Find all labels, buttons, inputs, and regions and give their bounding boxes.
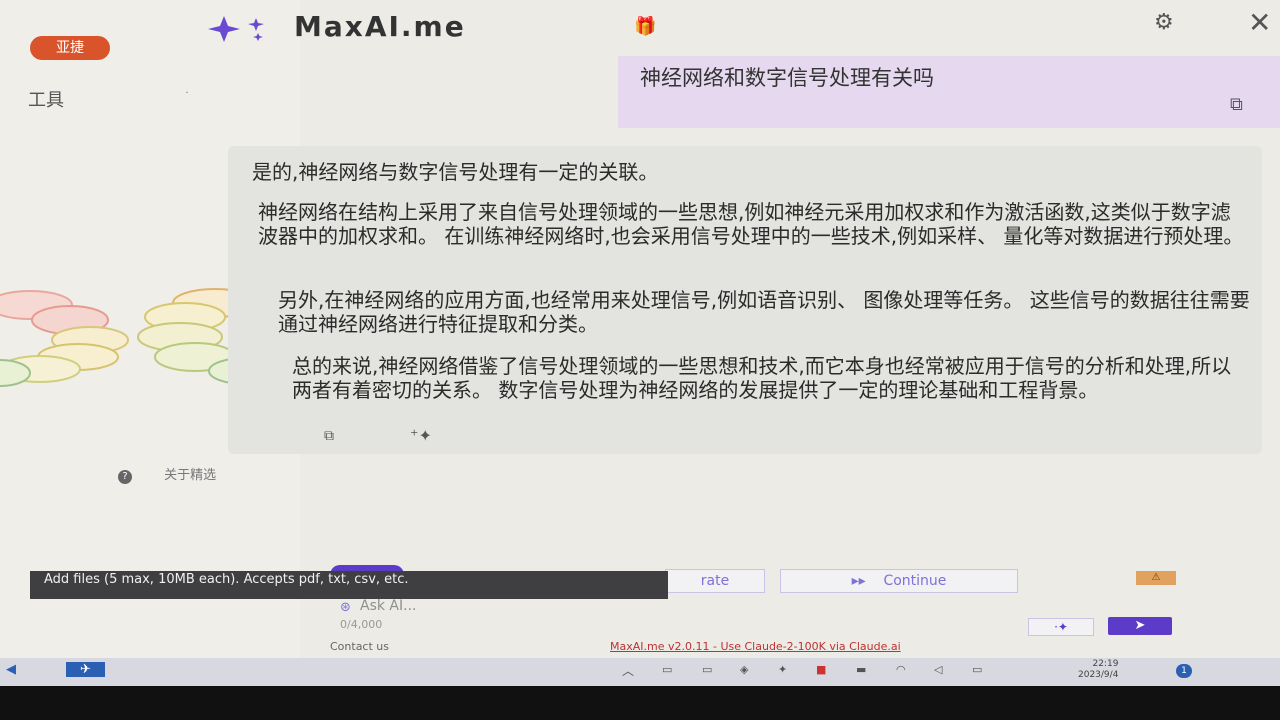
about-label: 关于精选	[164, 468, 217, 483]
tray-icon[interactable]: ▭	[662, 663, 672, 676]
brand-name: MaxAI.me	[294, 10, 466, 43]
feishu-icon[interactable]: ✈	[66, 662, 105, 677]
ai-paragraph: 是的,神经网络与数字信号处理有一定的关联。	[252, 160, 659, 184]
search-icon: ⊛	[340, 600, 351, 615]
fast-forward-icon: ▸▸	[851, 573, 866, 589]
close-icon[interactable]: ✕	[1248, 6, 1271, 39]
tray-icon[interactable]: ◈	[740, 663, 748, 676]
clock-date: 2023/9/4	[1078, 670, 1119, 680]
ai-message: 是的,神经网络与数字信号处理有一定的关联。 神经网络在结构上采用了来自信号处理领…	[228, 146, 1262, 454]
wifi-icon[interactable]: ◠	[896, 663, 906, 676]
battery-icon[interactable]: ▭	[972, 663, 982, 676]
copy-icon[interactable]: ⧉	[324, 428, 334, 444]
ai-paragraph: 另外,在神经网络的应用方面,也经常用来处理信号,例如语音识别、 图像处理等任务。…	[278, 288, 1250, 336]
contact-link[interactable]: Contact us	[330, 640, 389, 653]
sparkle-icon[interactable]: ⁺✦	[410, 426, 432, 445]
continue-label: Continue	[883, 573, 947, 589]
gift-icon[interactable]: 🎁	[634, 16, 656, 37]
ai-paragraph: 神经网络在结构上采用了来自信号处理领域的一些思想,例如神经元采用加权求和作为激活…	[258, 200, 1244, 248]
ask-ai-input[interactable]	[358, 595, 762, 617]
sidebar-header: MaxAI.me 🎁 ⚙ ✕	[190, 0, 1280, 56]
char-counter: 0/4,000	[340, 618, 383, 631]
clock[interactable]: 22:19 2023/9/4	[1078, 659, 1118, 681]
dropdown-tick-icon: ˙	[184, 90, 190, 104]
user-message: 神经网络和数字信号处理有关吗 ⧉	[618, 56, 1280, 128]
gear-icon[interactable]: ⚙	[1154, 10, 1174, 35]
site-badge[interactable]: 亚捷	[30, 36, 110, 60]
chevron-up-icon[interactable]: ︿	[622, 662, 634, 679]
help-icon: ?	[118, 470, 132, 484]
edge-icon[interactable]: ◀	[6, 662, 16, 677]
version-link[interactable]: MaxAI.me v2.0.11 - Use Claude-2-100K via…	[610, 640, 901, 653]
screen-bezel	[0, 686, 1280, 720]
copy-icon[interactable]: ⧉	[1230, 94, 1243, 115]
notification-badge[interactable]: 1	[1176, 664, 1192, 678]
sparkle-icon	[208, 16, 264, 42]
continue-button[interactable]: ▸▸ Continue	[780, 569, 1018, 593]
tray-icon[interactable]: ▭	[702, 663, 712, 676]
clock-time: 22:19	[1092, 659, 1119, 669]
prompt-library-button[interactable]: ·✦	[1028, 618, 1094, 636]
tray-icon[interactable]: ▬	[856, 663, 866, 676]
regenerate-button[interactable]: rate	[665, 569, 765, 593]
ai-paragraph: 总的来说,神经网络借鉴了信号处理领域的一些思想和技术,而它本身也经常被应用于信号…	[292, 354, 1232, 402]
taskbar: ◀ ✈ ︿ ▭ ▭ ◈ ✦ ■ ▬ ◠ ◁ ▭ 22:19 2023/9/4 1	[0, 658, 1280, 686]
about-link[interactable]: ? 关于精选	[118, 464, 216, 484]
tray-icon[interactable]: ✦	[778, 663, 787, 676]
tools-menu[interactable]: 工具	[28, 86, 64, 112]
user-message-text: 神经网络和数字信号处理有关吗	[640, 66, 934, 90]
send-button[interactable]: ➤	[1108, 617, 1172, 635]
tray-icon[interactable]: ■	[816, 663, 826, 676]
warning-icon[interactable]: ⚠	[1136, 571, 1176, 585]
volume-icon[interactable]: ◁	[934, 663, 942, 676]
